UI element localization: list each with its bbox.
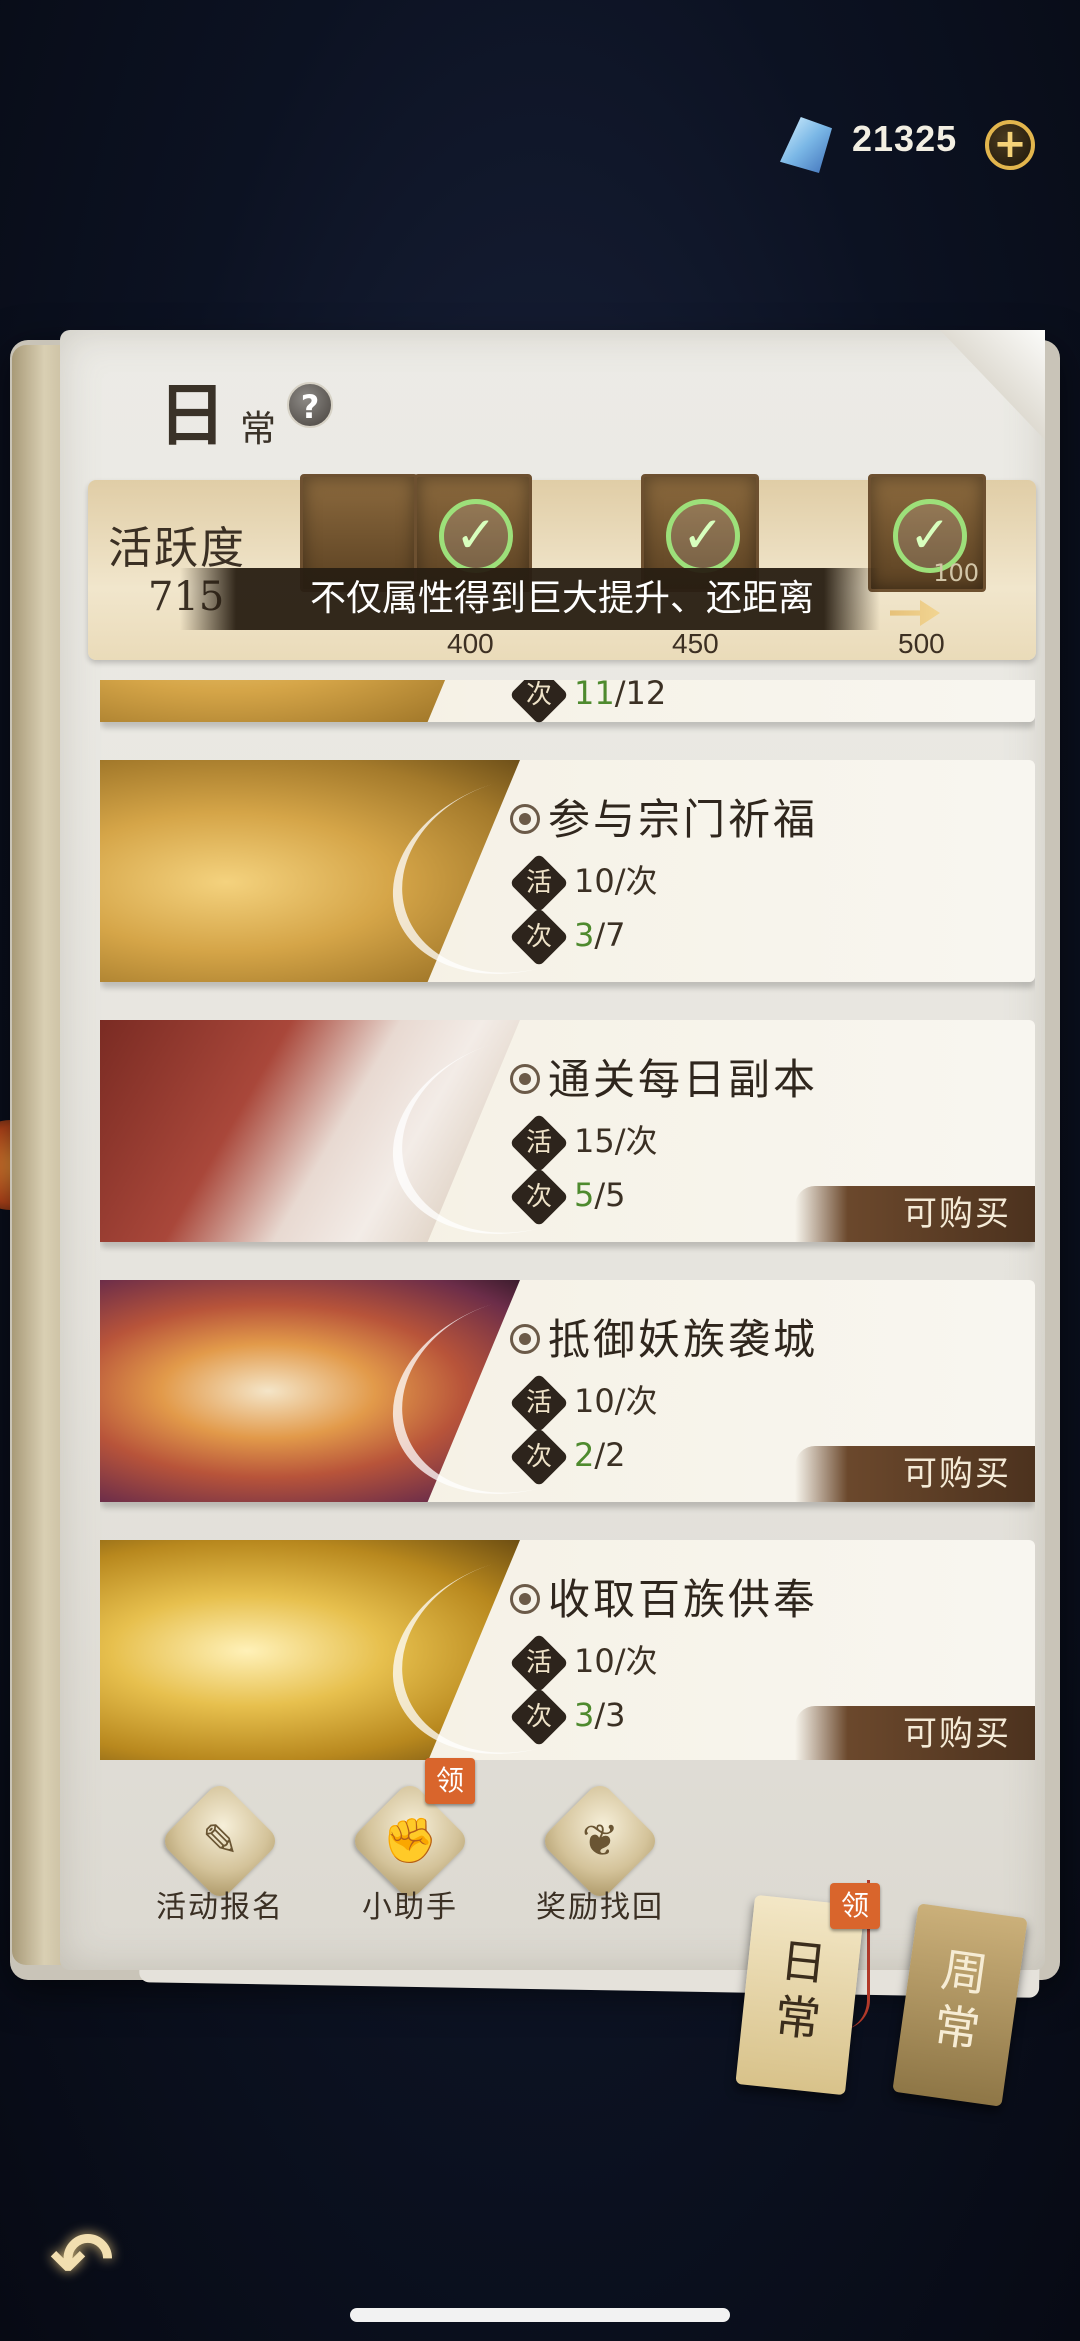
task-list[interactable]: 次 11/12 参与宗门祈福 活 10/次 次 3/7 通关每日副本 活 15/次 次5… bbox=[100, 680, 1035, 1760]
count-badge: 次 bbox=[509, 1687, 569, 1747]
panel-title: 日 bbox=[158, 376, 227, 456]
task-active-row: 活 10/次 bbox=[509, 853, 658, 913]
bullet-icon bbox=[510, 1324, 540, 1354]
task-count-row: 次 2/2 bbox=[509, 1427, 626, 1487]
activity-label: 活跃度 bbox=[108, 523, 246, 574]
milestone-label: 400 bbox=[447, 628, 494, 659]
count-badge: 次 bbox=[509, 1167, 569, 1227]
chest-count: 100 bbox=[933, 559, 979, 587]
reward-chest-500[interactable]: ✓ 100 bbox=[868, 474, 986, 592]
task-count-row: 次 3/3 bbox=[509, 1687, 626, 1747]
back-arrow-icon[interactable]: ↶ bbox=[50, 2215, 140, 2305]
tool-helper-button[interactable]: ✊ 小助手 领 bbox=[320, 1758, 500, 1930]
task-active-row: 活 10/次 bbox=[509, 1373, 658, 1433]
task-active-row: 活 15/次 bbox=[509, 1113, 658, 1173]
bullet-icon bbox=[510, 1064, 540, 1094]
tool-label: 奖励找回 bbox=[536, 1890, 664, 1925]
home-indicator[interactable] bbox=[350, 2308, 730, 2322]
panel-title-sub: 常 bbox=[240, 409, 277, 450]
milestone-label: 500 bbox=[898, 628, 945, 659]
task-active-row: 活 10/次 bbox=[509, 1633, 658, 1693]
tool-signup-button[interactable]: ✎ 活动报名 bbox=[130, 1770, 310, 1930]
buyable-button[interactable]: 可购买 bbox=[795, 1706, 1035, 1760]
bullet-icon bbox=[510, 804, 540, 834]
add-currency-button[interactable]: + bbox=[985, 120, 1035, 170]
buyable-button[interactable]: 可购买 bbox=[795, 1186, 1035, 1242]
active-badge: 活 bbox=[509, 853, 569, 913]
claim-badge: 领 bbox=[830, 1883, 880, 1929]
tool-recover-button[interactable]: ❦ 奖励找回 bbox=[510, 1770, 690, 1930]
count-badge: 次 bbox=[509, 1427, 569, 1487]
claim-badge: 领 bbox=[425, 1758, 475, 1804]
task-card[interactable]: 参与宗门祈福 活 10/次 次 3/7 bbox=[100, 744, 1035, 1006]
count-badge: 次 bbox=[509, 680, 569, 725]
active-badge: 活 bbox=[509, 1633, 569, 1693]
check-icon: ✓ bbox=[666, 499, 740, 573]
tooltip-banner: 不仅属性得到巨大提升、还距离 bbox=[180, 568, 880, 630]
currency-display: 21325 + bbox=[780, 112, 1040, 178]
help-icon[interactable]: ? bbox=[287, 382, 333, 428]
task-count-row: 次 3/7 bbox=[509, 907, 626, 967]
count-badge: 次 bbox=[509, 907, 569, 967]
tool-label: 小助手 bbox=[362, 1890, 458, 1925]
check-icon: ✓ bbox=[439, 499, 513, 573]
active-badge: 活 bbox=[509, 1113, 569, 1173]
task-title: 收取百族供奉 bbox=[510, 1566, 818, 1627]
task-title: 通关每日副本 bbox=[510, 1046, 818, 1107]
task-count-row: 次 5/5 bbox=[509, 1167, 626, 1227]
buyable-button[interactable]: 可购买 bbox=[795, 1446, 1035, 1502]
task-card[interactable]: 抵御妖族袭城 活 10/次 次 2/2 可购买 bbox=[100, 1264, 1035, 1526]
task-title: 抵御妖族袭城 bbox=[510, 1306, 818, 1367]
task-title: 参与宗门祈福 bbox=[510, 786, 818, 847]
currency-amount: 21325 bbox=[852, 118, 958, 159]
gem-icon bbox=[780, 117, 832, 173]
task-card[interactable]: 次 11/12 bbox=[100, 680, 1035, 725]
tool-label: 活动报名 bbox=[156, 1890, 284, 1925]
tool-bar: ✎ 活动报名 ✊ 小助手 领 ❦ 奖励找回 bbox=[90, 1758, 1040, 1930]
task-art bbox=[100, 680, 520, 722]
milestone-label: 450 bbox=[672, 628, 719, 659]
task-count-row: 次 11/12 bbox=[509, 680, 666, 725]
task-card[interactable]: 通关每日副本 活 15/次 次 5/5 可购买 bbox=[100, 1004, 1035, 1266]
bullet-icon bbox=[510, 1584, 540, 1614]
active-badge: 活 bbox=[509, 1373, 569, 1433]
task-card[interactable]: 收取百族供奉 活 10/次 次 3/3 可购买 bbox=[100, 1524, 1035, 1760]
